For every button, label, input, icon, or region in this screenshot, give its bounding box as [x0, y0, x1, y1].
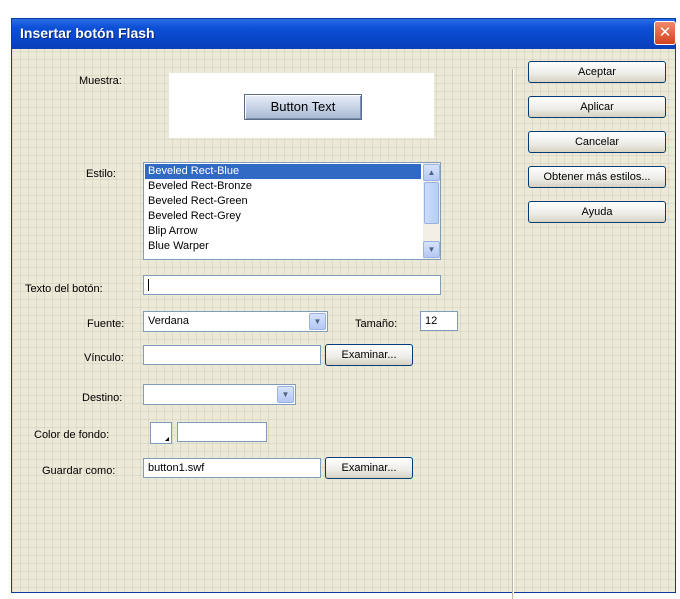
browse-link-button[interactable]: Examinar... — [325, 344, 413, 366]
save-as-input[interactable]: button1.swf — [143, 458, 321, 478]
dialog-window: Insertar botón Flash ✕ Muestra: Button T… — [11, 18, 676, 599]
color-swatch-button[interactable] — [150, 422, 172, 444]
window-title: Insertar botón Flash — [20, 25, 155, 41]
preview-flash-button: Button Text — [244, 94, 362, 120]
scroll-thumb[interactable] — [424, 182, 439, 224]
label-estilo: Estilo: — [86, 168, 116, 180]
cancel-button[interactable]: Cancelar — [528, 131, 666, 153]
scroll-up-icon[interactable]: ▲ — [423, 164, 440, 181]
browse-save-button[interactable]: Examinar... — [325, 457, 413, 479]
scroll-down-icon[interactable]: ▼ — [423, 241, 440, 258]
label-guardar-como: Guardar como: — [42, 465, 116, 477]
close-button[interactable]: ✕ — [654, 21, 676, 45]
chevron-down-icon[interactable]: ▼ — [309, 313, 326, 330]
label-texto-boton: Texto del botón: — [25, 283, 103, 295]
style-list-item[interactable]: Blue Warper — [145, 239, 421, 254]
label-tamano: Tamaño: — [355, 318, 398, 330]
text-caret — [148, 279, 149, 292]
label-muestra: Muestra: — [79, 75, 122, 87]
ok-button[interactable]: Aceptar — [528, 61, 666, 83]
button-text-input[interactable] — [143, 275, 441, 295]
link-input[interactable] — [143, 345, 321, 365]
style-listbox[interactable]: Beveled Rect-Blue Beveled Rect-Bronze Be… — [143, 162, 441, 260]
bg-color-input[interactable] — [177, 422, 267, 442]
style-list-items: Beveled Rect-Blue Beveled Rect-Bronze Be… — [145, 164, 421, 254]
preview-panel: Button Text — [169, 73, 434, 138]
vertical-divider — [512, 69, 514, 599]
style-list-item[interactable]: Beveled Rect-Blue — [145, 164, 421, 179]
size-input[interactable]: 12 — [420, 311, 458, 331]
close-icon: ✕ — [658, 24, 672, 41]
target-select[interactable]: ▼ — [143, 384, 296, 405]
apply-button[interactable]: Aplicar — [528, 96, 666, 118]
chevron-down-icon[interactable]: ▼ — [277, 386, 294, 403]
label-destino: Destino: — [82, 392, 123, 404]
help-button[interactable]: Ayuda — [528, 201, 666, 223]
label-vinculo: Vínculo: — [84, 352, 124, 364]
label-fuente: Fuente: — [87, 318, 125, 330]
title-bar: Insertar botón Flash ✕ — [12, 19, 676, 49]
font-select-value: Verdana — [148, 315, 189, 327]
style-list-item[interactable]: Beveled Rect-Green — [145, 194, 421, 209]
style-list-item[interactable]: Beveled Rect-Grey — [145, 209, 421, 224]
style-list-scrollbar[interactable]: ▲ ▼ — [423, 163, 440, 259]
swatch-arrow-icon — [165, 437, 169, 441]
label-color-fondo: Color de fondo: — [34, 429, 110, 441]
style-list-item[interactable]: Blip Arrow — [145, 224, 421, 239]
font-select[interactable]: Verdana ▼ — [143, 311, 328, 332]
get-more-styles-button[interactable]: Obtener más estilos... — [528, 166, 666, 188]
style-list-item[interactable]: Beveled Rect-Bronze — [145, 179, 421, 194]
